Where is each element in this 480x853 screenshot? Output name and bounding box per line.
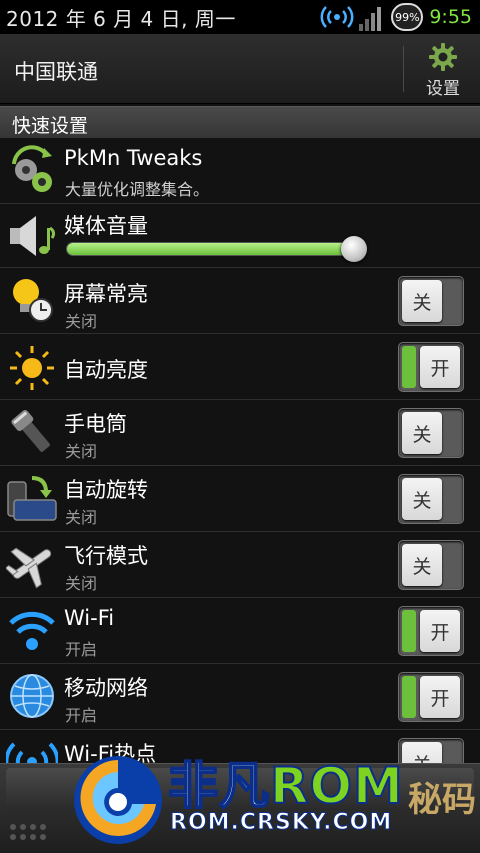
item-subtitle: 开启	[65, 640, 98, 659]
mobile-network-toggle[interactable]: 开	[398, 672, 464, 722]
gears-refresh-icon	[12, 145, 52, 192]
toggle-knob: 关	[402, 412, 442, 454]
battery-level: 99%	[395, 10, 420, 24]
flashlight-icon	[11, 409, 50, 452]
item-title: 飞行模式	[64, 544, 148, 568]
volume-slider-track[interactable]	[66, 242, 362, 256]
settings-label: 设置	[426, 79, 460, 99]
item-title: PkMn Tweaks	[64, 146, 203, 170]
watermark-side-text: 秘码	[408, 780, 476, 820]
list-item-flashlight[interactable]: 手电筒 关闭 关	[0, 400, 480, 466]
list-item-auto-brightness[interactable]: 自动亮度 开	[0, 334, 480, 400]
speaker-icon	[10, 216, 56, 256]
carrier-header: 中国联通 设置	[0, 34, 480, 104]
list-item-wifi[interactable]: Wi-Fi 开启 开	[0, 598, 480, 664]
header-divider	[403, 46, 404, 92]
rotate-icon	[7, 476, 57, 521]
sun-icon	[10, 346, 54, 390]
list-item-airplane-mode[interactable]: 飞行模式 关闭 关	[0, 532, 480, 598]
toggle-knob: 开	[420, 676, 460, 718]
airplane-mode-toggle[interactable]: 关	[398, 540, 464, 590]
item-subtitle: 关闭	[65, 312, 98, 331]
item-title: Wi-Fi	[64, 606, 115, 630]
item-title: 媒体音量	[64, 214, 148, 238]
item-subtitle: 关闭	[65, 574, 98, 593]
watermark-brand-part2: ROM	[269, 756, 404, 816]
carrier-name: 中国联通	[14, 60, 98, 84]
item-title: 移动网络	[64, 676, 148, 700]
item-subtitle: 开启	[65, 706, 98, 725]
section-header: 快速设置	[0, 106, 480, 138]
toggle-knob: 开	[420, 346, 460, 388]
globe-icon	[10, 674, 54, 718]
settings-button[interactable]: 设置	[410, 40, 476, 100]
flashlight-toggle[interactable]: 关	[398, 408, 464, 458]
list-item-media-volume: 媒体音量	[0, 204, 480, 268]
gear-icon	[429, 43, 457, 71]
toggle-knob: 关	[402, 544, 442, 586]
item-title: 屏幕常亮	[64, 282, 148, 306]
list-item-screen-on[interactable]: 屏幕常亮 关闭 关	[0, 268, 480, 334]
list-item-mobile-network[interactable]: 移动网络 开启 开	[0, 664, 480, 730]
watermark-url: ROM.CRSKY.COM	[169, 810, 393, 836]
item-subtitle: 大量优化调整集合。	[65, 180, 210, 199]
list-item-pkmn-tweaks[interactable]: PkMn Tweaks 大量优化调整集合。	[0, 138, 480, 204]
clock: 9:55	[429, 6, 472, 28]
wifi-toggle[interactable]: 开	[398, 606, 464, 656]
status-bar: 2012 年 6 月 4 日, 周一 99% 9:55	[0, 0, 480, 34]
watermark-brand: 非凡ROM	[167, 746, 404, 818]
volume-slider-thumb[interactable]	[341, 236, 368, 262]
status-date: 2012 年 6 月 4 日, 周一	[6, 6, 236, 31]
bulb-clock-icon	[13, 279, 53, 322]
crsky-logo-icon	[74, 756, 162, 844]
status-icons: 99% 9:55	[319, 0, 480, 34]
toggle-knob: 关	[402, 478, 442, 520]
wifi-icon	[9, 611, 55, 650]
item-subtitle: 关闭	[65, 442, 98, 461]
toggle-knob: 开	[420, 610, 460, 652]
battery-icon: 99%	[391, 3, 424, 31]
drag-handle-icon[interactable]	[10, 824, 46, 840]
signal-icon	[359, 3, 387, 31]
auto-rotate-toggle[interactable]: 关	[398, 474, 464, 524]
item-title: 自动旋转	[64, 478, 148, 502]
watermark: 非凡ROM ROM.CRSKY.COM 秘码	[70, 746, 480, 851]
section-title: 快速设置	[12, 115, 89, 137]
auto-brightness-toggle[interactable]: 开	[398, 342, 464, 392]
toggle-knob: 关	[402, 280, 442, 322]
list-item-auto-rotate[interactable]: 自动旋转 关闭 关	[0, 466, 480, 532]
item-title: 手电筒	[64, 412, 127, 436]
airplane-icon	[6, 547, 52, 589]
screen-on-toggle[interactable]: 关	[398, 276, 464, 326]
wifi-status-icon	[320, 6, 354, 28]
item-title: 自动亮度	[64, 358, 148, 382]
item-subtitle: 关闭	[65, 508, 98, 527]
volume-slider-fill	[67, 243, 356, 255]
watermark-brand-part1: 非凡	[167, 756, 270, 816]
